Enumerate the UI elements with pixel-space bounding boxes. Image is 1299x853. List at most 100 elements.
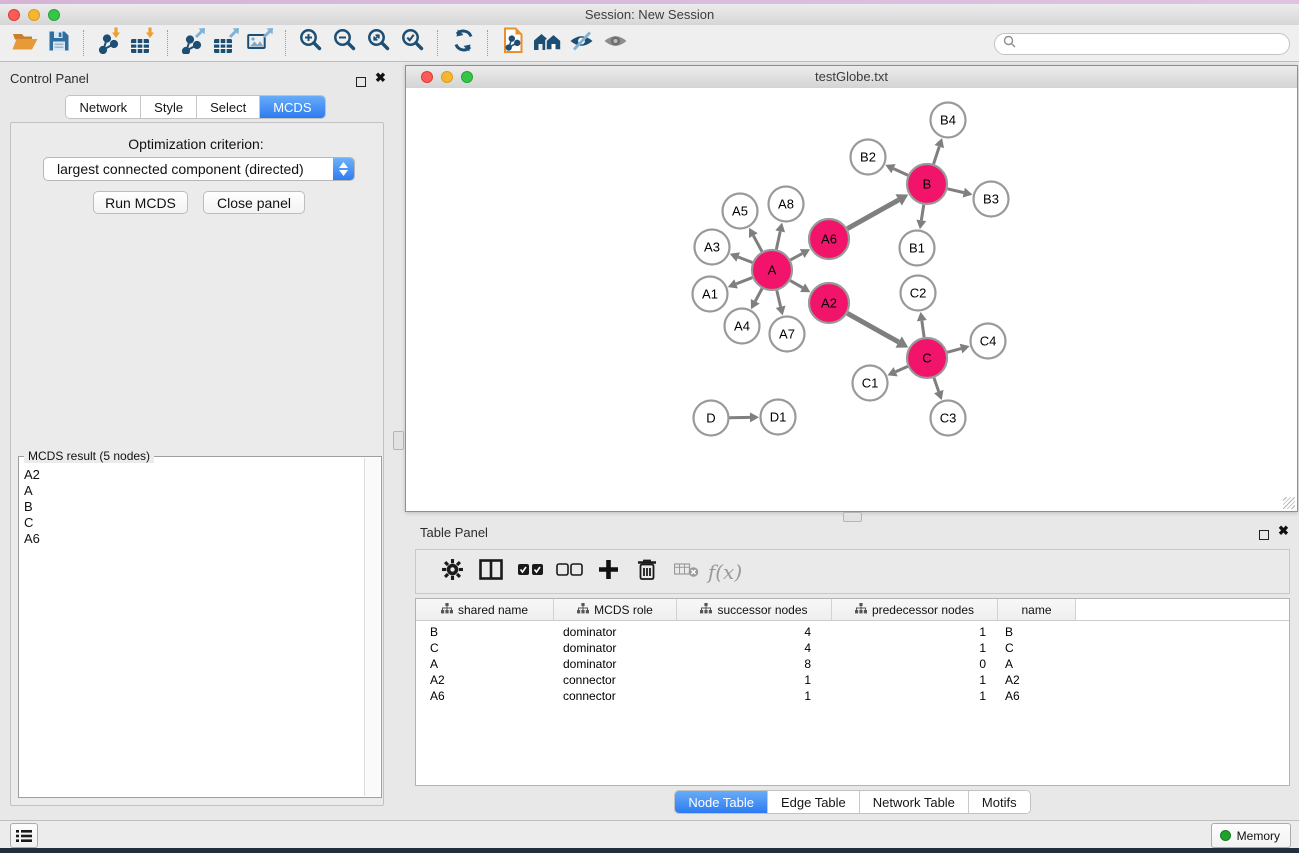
tab-style[interactable]: Style (140, 96, 196, 118)
graph-node-A6[interactable]: A6 (809, 219, 849, 259)
graph-edge[interactable] (934, 147, 940, 164)
tab-network[interactable]: Network (66, 96, 140, 118)
columns-button[interactable] (473, 555, 509, 589)
save-session-button[interactable] (42, 27, 76, 59)
result-item[interactable]: C (24, 515, 364, 531)
column-header-MCDS-role[interactable]: MCDS role (554, 599, 677, 620)
graph-edge[interactable] (790, 254, 802, 260)
graph-node-B4[interactable]: B4 (931, 103, 966, 138)
graph-edge[interactable] (776, 231, 780, 249)
export-table-button[interactable] (210, 27, 244, 59)
home-button[interactable] (530, 27, 564, 59)
graph-node-C3[interactable]: C3 (931, 401, 966, 436)
graph-node-B3[interactable]: B3 (974, 182, 1009, 217)
table-cell[interactable]: A6 (416, 689, 554, 703)
graph-node-A[interactable]: A (752, 250, 792, 290)
network-canvas[interactable]: B4B2BB3A5A8A6B1A3AC2A1A2A4A7C4CC1C3DD1 (406, 88, 1297, 511)
tab-motifs[interactable]: Motifs (968, 791, 1030, 813)
graph-node-C1[interactable]: C1 (853, 366, 888, 401)
graph-node-D1[interactable]: D1 (761, 400, 796, 435)
delete-column-button[interactable] (629, 555, 665, 589)
graph-edge[interactable] (736, 278, 752, 284)
close-panel-button[interactable]: Close panel (203, 191, 305, 214)
deselect-all-button[interactable] (551, 555, 587, 589)
table-cell[interactable]: dominator (554, 641, 677, 655)
graph-edge[interactable] (947, 349, 961, 353)
hide-selected-button[interactable] (564, 27, 598, 59)
horizontal-splitter-grip[interactable] (843, 512, 862, 522)
tab-node-table[interactable]: Node Table (675, 791, 767, 813)
zoom-selected-button[interactable] (396, 27, 430, 59)
tab-network-table[interactable]: Network Table (859, 791, 968, 813)
run-mcds-button[interactable]: Run MCDS (93, 191, 188, 214)
result-item[interactable]: A2 (24, 467, 364, 483)
zoom-in-button[interactable] (294, 27, 328, 59)
graph-node-C4[interactable]: C4 (971, 324, 1006, 359)
table-row[interactable]: Bdominator41B (416, 624, 1289, 640)
tab-mcds[interactable]: MCDS (259, 96, 324, 118)
table-cell[interactable]: 1 (832, 641, 998, 655)
graph-node-A5[interactable]: A5 (723, 194, 758, 229)
add-column-button[interactable] (590, 555, 626, 589)
table-cell[interactable]: C (416, 641, 554, 655)
table-cell[interactable]: 1 (677, 673, 832, 687)
result-item[interactable]: B (24, 499, 364, 515)
table-cell[interactable]: 4 (677, 625, 832, 639)
search-input[interactable] (1021, 35, 1289, 53)
graph-node-D[interactable]: D (694, 401, 729, 436)
open-file-button[interactable] (8, 27, 42, 59)
table-row[interactable]: Adominator80A (416, 656, 1289, 672)
table-cell[interactable]: 1 (832, 689, 998, 703)
search-field[interactable] (994, 33, 1290, 55)
table-cell[interactable]: A2 (998, 673, 1076, 687)
graph-node-B[interactable]: B (907, 164, 947, 204)
control-panel-float-button[interactable] (356, 74, 366, 92)
table-cell[interactable]: C (998, 641, 1076, 655)
duplicate-network-button[interactable] (496, 27, 530, 59)
table-cell[interactable]: dominator (554, 625, 677, 639)
result-item[interactable]: A6 (24, 531, 364, 547)
graph-node-A2[interactable]: A2 (809, 283, 849, 323)
table-row[interactable]: A6connector11A6 (416, 688, 1289, 704)
table-cell[interactable]: dominator (554, 657, 677, 671)
table-cell[interactable]: connector (554, 673, 677, 687)
table-settings-button[interactable] (434, 555, 470, 589)
graph-edge[interactable] (947, 189, 963, 193)
zoom-out-button[interactable] (328, 27, 362, 59)
table-cell[interactable]: 1 (677, 689, 832, 703)
graph-edge[interactable] (777, 290, 781, 306)
graph-node-B2[interactable]: B2 (851, 140, 886, 175)
export-image-button[interactable] (244, 27, 278, 59)
result-item[interactable]: A (24, 483, 364, 499)
graph-edge[interactable] (934, 378, 939, 392)
table-cell[interactable]: A (998, 657, 1076, 671)
graph-node-A4[interactable]: A4 (725, 309, 760, 344)
tab-select[interactable]: Select (196, 96, 259, 118)
import-table-button[interactable] (126, 27, 160, 59)
column-header-successor-nodes[interactable]: successor nodes (677, 599, 832, 620)
table-panel-close-button[interactable]: ✖ (1278, 526, 1289, 536)
graph-edge[interactable] (790, 281, 802, 288)
graph-edge[interactable] (893, 169, 907, 176)
column-header-predecessor-nodes[interactable]: predecessor nodes (832, 599, 998, 620)
vertical-splitter-grip[interactable] (393, 431, 404, 450)
table-cell[interactable]: B (416, 625, 554, 639)
column-header-shared-name[interactable]: shared name (416, 599, 554, 620)
table-cell[interactable]: 4 (677, 641, 832, 655)
network-resize-grip[interactable] (1283, 497, 1295, 509)
table-panel-float-button[interactable] (1259, 527, 1269, 545)
export-network-button[interactable] (176, 27, 210, 59)
refresh-button[interactable] (446, 27, 480, 59)
graph-edge[interactable] (755, 289, 762, 302)
graph-edge[interactable] (847, 200, 898, 229)
import-network-button[interactable] (92, 27, 126, 59)
table-cell[interactable]: connector (554, 689, 677, 703)
graph-node-B1[interactable]: B1 (900, 231, 935, 266)
graph-edge[interactable] (847, 313, 898, 342)
memory-button[interactable]: Memory (1211, 823, 1291, 848)
table-cell[interactable]: 0 (832, 657, 998, 671)
table-cell[interactable]: A (416, 657, 554, 671)
table-cell[interactable]: A6 (998, 689, 1076, 703)
table-row[interactable]: A2connector11A2 (416, 672, 1289, 688)
table-cell[interactable]: A2 (416, 673, 554, 687)
